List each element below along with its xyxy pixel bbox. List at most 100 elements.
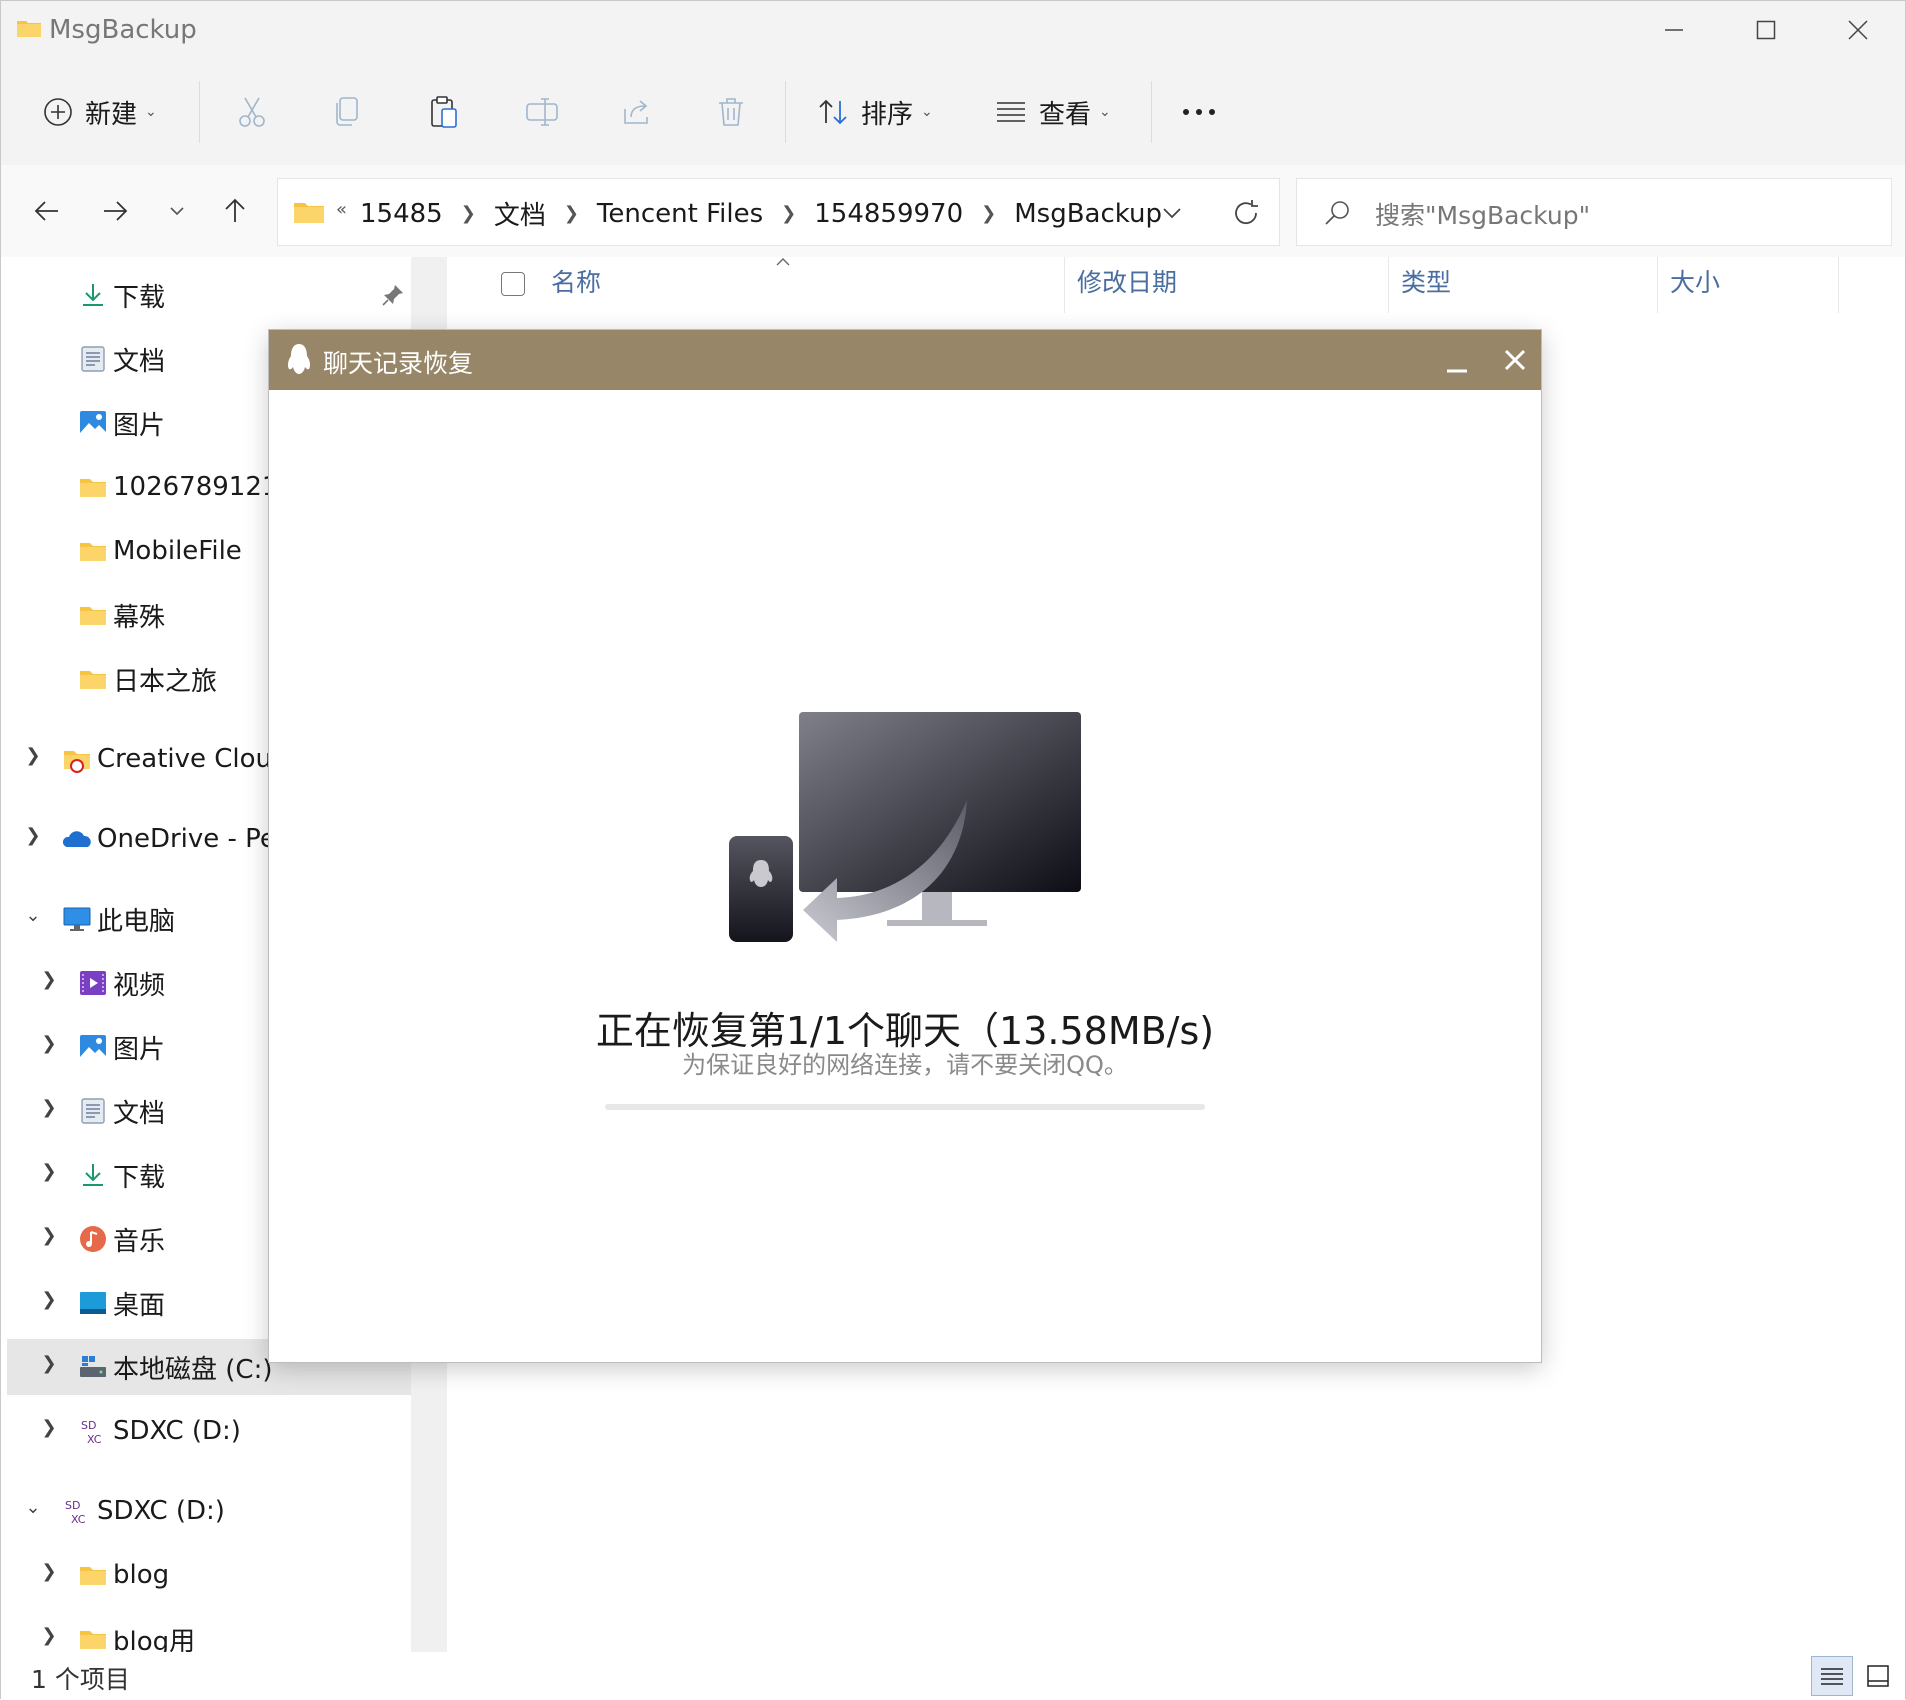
close-window-button[interactable] [1825, 9, 1891, 51]
chevron-right-icon[interactable]: ❯ [564, 203, 579, 224]
refresh-icon[interactable] [1232, 199, 1260, 227]
column-header-modified[interactable]: 修改日期 [1077, 263, 1177, 299]
status-bar: 1 个项目 [1, 1652, 1905, 1700]
dialog-close-button[interactable] [1499, 344, 1531, 376]
forward-button[interactable] [93, 189, 137, 233]
details-view-icon [1821, 1668, 1843, 1685]
chevron-down-icon[interactable] [1162, 207, 1182, 219]
chevron-down-icon[interactable]: ⌄ [23, 905, 43, 926]
sidebar-item-sdxc-drive[interactable]: SD XC SDXC (D:) [63, 1485, 225, 1537]
search-input[interactable]: 搜索"MsgBackup" [1296, 178, 1892, 246]
maximize-icon [1756, 20, 1776, 40]
paste-button[interactable] [429, 89, 459, 135]
chevron-right-icon[interactable]: ❯ [39, 1417, 59, 1438]
video-icon [80, 971, 106, 995]
folder-icon [80, 607, 106, 625]
overflow-breadcrumb-icon[interactable]: « [336, 199, 347, 220]
rename-icon [526, 98, 558, 126]
recent-locations-button[interactable] [155, 189, 199, 233]
sidebar-item-music[interactable]: 音乐 [79, 1213, 165, 1265]
breadcrumb-item[interactable]: Tencent Files [597, 199, 763, 229]
sidebar-item-this-pc[interactable]: 此电脑 [63, 893, 175, 945]
desktop-icon [80, 1292, 106, 1314]
chevron-right-icon[interactable]: ❯ [981, 203, 996, 224]
item-count: 1 个项目 [31, 1665, 130, 1694]
breadcrumb-item[interactable]: 154859970 [814, 199, 963, 229]
chevron-right-icon[interactable]: ❯ [39, 1561, 59, 1582]
up-button[interactable] [213, 189, 257, 233]
column-header-size[interactable]: 大小 [1670, 263, 1720, 299]
sidebar-item-documents[interactable]: 文档 [79, 333, 165, 385]
sidebar-item-sdxc-drive[interactable]: SD XC SDXC (D:) [79, 1405, 241, 1457]
svg-text:SD: SD [65, 1499, 80, 1512]
chevron-right-icon[interactable]: ❯ [39, 1289, 59, 1310]
view-button[interactable]: 查看 ⌄ [995, 89, 1111, 135]
copy-button[interactable] [333, 89, 361, 135]
qq-penguin-icon [287, 344, 311, 374]
sidebar-item-folder[interactable]: MobileFile [79, 525, 242, 577]
chevron-down-icon[interactable]: ⌄ [23, 1497, 43, 1518]
sidebar-item-onedrive[interactable]: OneDrive - Per [63, 813, 287, 865]
address-bar[interactable]: « 15485 ❯ 文档 ❯ Tencent Files ❯ 154859970… [277, 178, 1280, 246]
chevron-right-icon[interactable]: ❯ [39, 1161, 59, 1182]
sidebar-item-folder[interactable]: 日本之旅 [79, 653, 217, 705]
tiles-view-button[interactable] [1857, 1656, 1899, 1696]
chevron-right-icon[interactable]: ❯ [39, 1225, 59, 1246]
back-button[interactable] [25, 189, 69, 233]
cut-button[interactable] [237, 89, 267, 135]
breadcrumb-item[interactable]: MsgBackup [1014, 199, 1162, 229]
chevron-right-icon[interactable]: ❯ [39, 1033, 59, 1054]
new-button[interactable]: 新建 ⌄ [43, 89, 157, 135]
sort-button[interactable]: 排序 ⌄ [817, 89, 933, 135]
delete-button[interactable] [717, 89, 745, 135]
sidebar-item-local-disk[interactable]: 本地磁盘 (C:) [79, 1341, 272, 1393]
sidebar-item-downloads[interactable]: 下载 [79, 269, 165, 321]
pin-icon[interactable] [381, 283, 405, 307]
sidebar-item-pictures[interactable]: 图片 [79, 1021, 165, 1073]
select-all-checkbox[interactable] [501, 272, 525, 296]
sidebar-item-label: OneDrive - Per [97, 824, 287, 854]
svg-text:XC: XC [71, 1513, 86, 1525]
chevron-right-icon[interactable]: ❯ [39, 1097, 59, 1118]
breadcrumb-item[interactable]: 15485 [360, 199, 443, 229]
sidebar-item-desktop[interactable]: 桌面 [79, 1277, 165, 1329]
rename-button[interactable] [525, 89, 559, 135]
dialog-title-bar: 聊天记录恢复 [269, 330, 1541, 390]
chevron-right-icon[interactable]: ❯ [39, 969, 59, 990]
arrow-left-icon [34, 201, 58, 221]
chevron-right-icon[interactable]: ❯ [23, 745, 43, 766]
chevron-right-icon[interactable]: ❯ [39, 1625, 59, 1646]
sdxc-icon: SDXC [81, 1419, 102, 1445]
column-header-type[interactable]: 类型 [1401, 263, 1451, 299]
sidebar-item-label: MobileFile [113, 536, 242, 566]
sidebar-item-folder[interactable]: 幕殊 [79, 589, 165, 641]
column-header-name[interactable]: 名称 [551, 263, 601, 299]
restore-hint-text: 为保证良好的网络连接，请不要关闭QQ。 [682, 1051, 1128, 1079]
sidebar-item-folder[interactable]: blog用 [79, 1613, 195, 1652]
minimize-button[interactable] [1641, 9, 1707, 51]
dialog-minimize-button[interactable] [1441, 346, 1473, 378]
sidebar-item-folder[interactable]: blog [79, 1549, 169, 1601]
maximize-button[interactable] [1733, 9, 1799, 51]
sidebar-item-label: 文档 [113, 1098, 166, 1129]
onedrive-icon [63, 831, 91, 847]
arrow-right-icon [104, 201, 128, 221]
sidebar-item-downloads[interactable]: 下载 [79, 1149, 165, 1201]
sidebar-item-videos[interactable]: 视频 [79, 957, 165, 1009]
chevron-right-icon[interactable]: ❯ [39, 1353, 59, 1374]
sidebar-item-documents[interactable]: 文档 [79, 1085, 165, 1137]
details-view-button[interactable] [1811, 1656, 1853, 1696]
sidebar-item-pictures[interactable]: 图片 [79, 397, 165, 449]
sidebar-item-label: 本地磁盘 (C:) [113, 1354, 273, 1385]
chevron-right-icon[interactable]: ❯ [461, 203, 476, 224]
breadcrumb-item[interactable]: 文档 [494, 195, 546, 232]
new-label: 新建 [85, 99, 138, 130]
chevron-right-icon[interactable]: ❯ [781, 203, 796, 224]
view-label: 查看 [1039, 99, 1092, 130]
sidebar-item-folder[interactable]: 1026789121 [79, 461, 278, 513]
sidebar-item-creative-cloud[interactable]: Creative Cloud [63, 733, 289, 785]
document-icon [81, 346, 105, 372]
share-button[interactable] [621, 89, 653, 135]
more-options-button[interactable] [1181, 89, 1217, 135]
chevron-right-icon[interactable]: ❯ [23, 825, 43, 846]
